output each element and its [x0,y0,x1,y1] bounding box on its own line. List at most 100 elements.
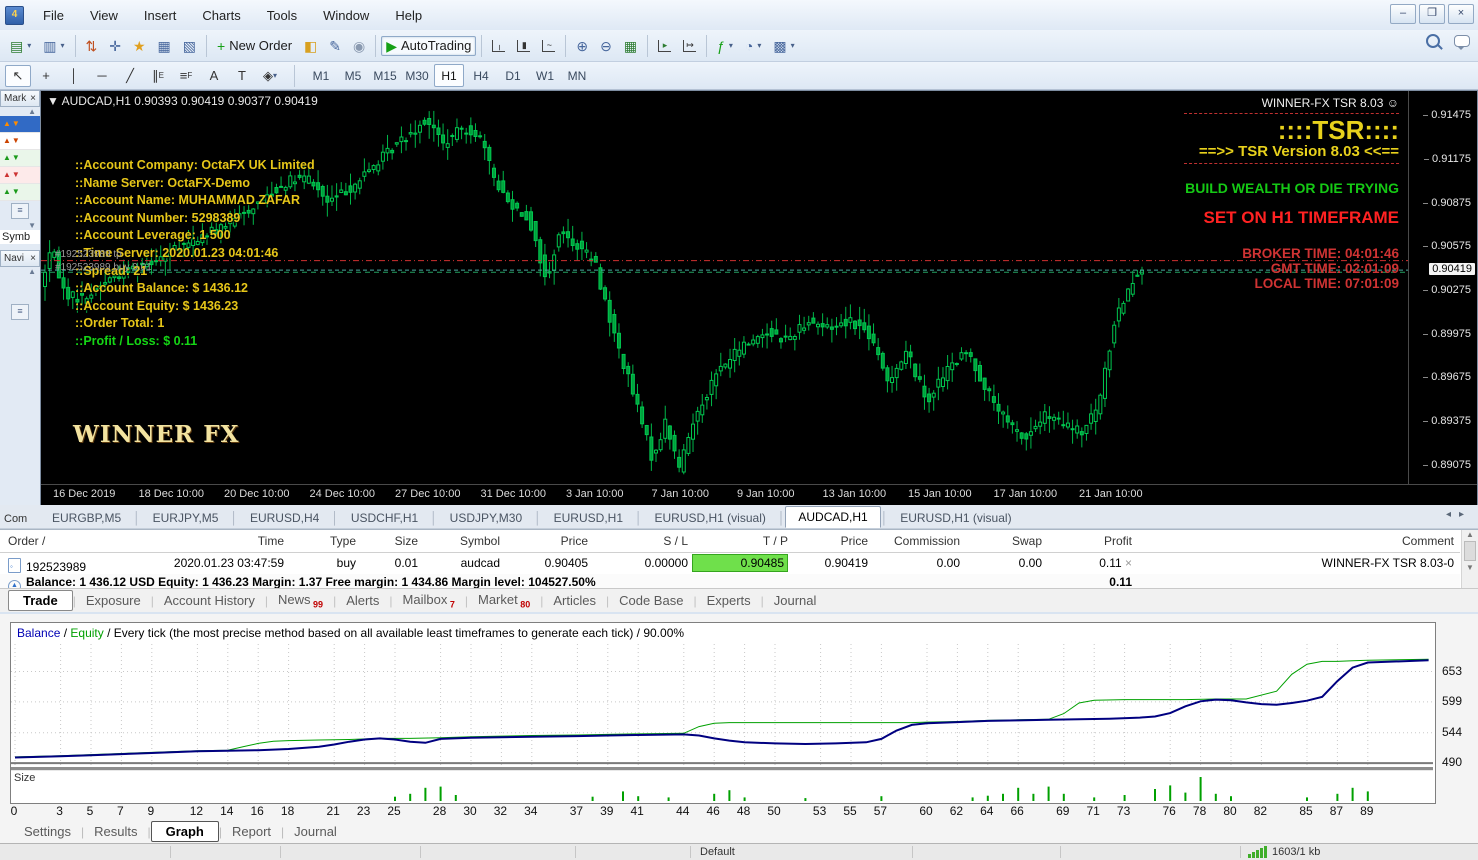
terminal-scrollbar[interactable]: ▲▼ [1461,530,1478,589]
chart-tab-eurusd-h1-visual-[interactable]: EURUSD,H1 (visual) [643,508,778,528]
column-header-size[interactable]: Size [360,534,418,548]
navigator-button[interactable]: ★ [128,36,151,56]
chart-tab-eurusd-h1[interactable]: EURUSD,H1 [542,508,635,528]
auto-scroll-button[interactable]: ▸ [653,36,676,56]
timeframe-m5[interactable]: M5 [338,64,368,87]
tester-tab-graph[interactable]: Graph [151,821,219,842]
market-watch-button[interactable]: ⇅ [81,36,103,56]
chart-tab-usdchf-h1[interactable]: USDCHF,H1 [339,508,430,528]
chart-tab-audcad-h1[interactable]: AUDCAD,H1 [785,506,880,528]
data-window-button[interactable]: ✛ [104,36,126,56]
indicators-button[interactable]: ƒ▾ [712,36,738,56]
terminal-tab-articles[interactable]: Articles [543,590,606,611]
menu-charts[interactable]: Charts [189,4,253,27]
zoom-in-button[interactable]: ⊕ [571,36,593,56]
column-header-price[interactable]: Price [504,534,588,548]
tab-scroll-right-icon[interactable]: ▸ [1459,509,1472,520]
line-chart-mode-button[interactable]: ~ [537,36,560,56]
column-header-commission[interactable]: Commission [872,534,960,548]
tab-scroll-left-icon[interactable]: ◂ [1446,509,1459,520]
column-header-profit[interactable]: Profit [1046,534,1132,548]
chart-tab-eurgbp-m5[interactable]: EURGBP,M5 [40,508,133,528]
templates-button[interactable]: ▩▾ [768,36,799,56]
price-axis[interactable]: 0.914750.911750.908750.905750.902750.899… [1408,91,1477,484]
chart-tab-eurjpy-m5[interactable]: EURJPY,M5 [141,508,231,528]
market-watch-scroll-up[interactable]: ▲ [0,107,40,116]
order-row[interactable]: 1925239892020.01.23 03:47:59buy0.01audca… [0,552,1460,575]
new-chart-button[interactable]: ▤▾ [5,36,36,56]
column-header-tp[interactable]: T / P [692,534,788,548]
terminal-tab-code-base[interactable]: Code Base [609,590,693,611]
column-header-sl[interactable]: S / L [592,534,688,548]
market-watch-close-icon[interactable]: × [30,93,36,104]
timeframe-mn[interactable]: MN [562,64,592,87]
metaeditor-button[interactable]: ✎ [324,36,346,56]
navigator-scroll-up[interactable]: ▲ [0,267,40,276]
market-watch-symbol-row[interactable]: ▲▼ [0,167,40,184]
column-header-price[interactable]: Price [792,534,868,548]
periods-button[interactable]: ◔▾ [740,36,766,56]
menu-help[interactable]: Help [382,4,435,27]
close-button[interactable]: × [1448,4,1474,24]
notifications-button[interactable]: ◉ [348,36,370,56]
terminal-tab-journal[interactable]: Journal [764,590,827,611]
market-watch-scroll-down[interactable]: ▼ [0,221,40,230]
market-watch-symbol-row[interactable]: ▲▼ [0,184,40,201]
column-header-comment[interactable]: Comment [1136,534,1454,548]
navigator-close-icon[interactable]: × [30,253,36,264]
shapes-tool[interactable]: ◈▾ [257,65,283,87]
menu-window[interactable]: Window [310,4,382,27]
close-order-icon[interactable]: × [1122,556,1132,570]
dropdown-caret-icon[interactable]: ▾ [60,41,64,50]
date-axis[interactable]: 16 Dec 201918 Dec 10:0020 Dec 10:0024 De… [41,484,1477,505]
common-tab[interactable]: Com [0,510,40,528]
market-watch-symbol-row[interactable]: ▲▼ [0,133,40,150]
timeframe-m1[interactable]: M1 [306,64,336,87]
navigator-menu-button[interactable]: ≡ [11,304,29,320]
fibonacci-tool[interactable]: ≡F [173,65,199,87]
timeframe-w1[interactable]: W1 [530,64,560,87]
strategy-tester-button[interactable]: ▧ [178,36,201,56]
dropdown-caret-icon[interactable]: ▾ [273,71,277,80]
terminal-tab-news[interactable]: News 99 [268,589,333,613]
market-watch-symbol-row[interactable]: ▲▼ [0,150,40,167]
terminal-tab-account-history[interactable]: Account History [154,590,265,611]
dropdown-caret-icon[interactable]: ▾ [791,41,795,50]
tester-graph-box[interactable]: Balance / Equity / Every tick (the most … [10,622,1436,804]
tester-tab-settings[interactable]: Settings [14,822,81,841]
cursor-tool[interactable]: ↖ [5,65,31,87]
timeframe-d1[interactable]: D1 [498,64,528,87]
tile-windows-button[interactable]: ▦ [619,36,642,56]
zoom-out-button[interactable]: ⊖ [595,36,617,56]
column-header-order[interactable]: Order / [8,534,130,548]
minimize-button[interactable]: – [1390,4,1416,24]
timeframe-h1[interactable]: H1 [434,64,464,87]
profiles-button[interactable]: ▥▾ [38,36,69,56]
terminal-tab-trade[interactable]: Trade [8,590,73,611]
symbols-tab[interactable]: Symb [0,230,40,244]
chart-tab-usdjpy-m30[interactable]: USDJPY,M30 [438,508,534,528]
menu-file[interactable]: File [30,4,77,27]
bar-chart-mode-button[interactable]: ╷ [487,36,510,56]
chart-tab-eurusd-h1-visual-[interactable]: EURUSD,H1 (visual) [888,508,1023,528]
scrollbar-thumb[interactable] [1464,541,1476,561]
chart-colors-button[interactable]: ◧ [299,36,322,56]
restore-button[interactable]: ❐ [1419,4,1445,24]
terminal-tab-experts[interactable]: Experts [697,590,761,611]
menu-tools[interactable]: Tools [254,4,310,27]
tester-tab-results[interactable]: Results [84,822,147,841]
timeframe-m30[interactable]: M30 [402,64,432,87]
new-order-button[interactable]: +New Order [212,36,297,56]
menu-view[interactable]: View [77,4,131,27]
terminal-tab-alerts[interactable]: Alerts [336,590,389,611]
trendline-tool[interactable]: ╱ [117,65,143,87]
collapse-triangle-icon[interactable]: ▼ [47,94,59,108]
crosshair-tool[interactable]: + [33,65,59,87]
vertical-line-tool[interactable]: │ [61,65,87,87]
chart-shift-button[interactable]: ↦ [678,36,701,56]
terminal-tab-mailbox[interactable]: Mailbox 7 [393,589,465,613]
column-header-time[interactable]: Time [132,534,284,548]
text-label-tool[interactable]: T [229,65,255,87]
column-header-type[interactable]: Type [288,534,356,548]
terminal-button[interactable]: ▦ [153,36,176,56]
